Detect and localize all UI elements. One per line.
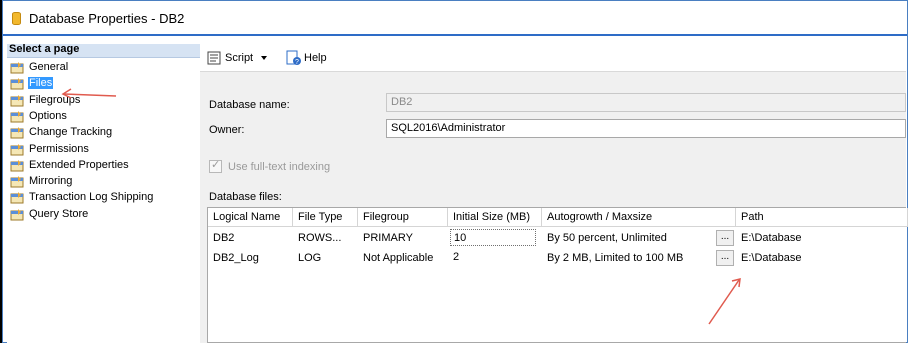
grid-cell[interactable]: Not Applicable bbox=[358, 248, 448, 268]
sidebar-item-general[interactable]: General bbox=[7, 60, 200, 76]
grid-cell[interactable]: PRIMARY bbox=[358, 228, 448, 248]
owner-field[interactable]: SQL2016\Administrator bbox=[386, 119, 906, 138]
files-page: Database name: DB2 Owner: SQL2016\Admini… bbox=[200, 72, 908, 343]
sidebar-item-extended-properties[interactable]: Extended Properties bbox=[7, 158, 200, 174]
table-row[interactable]: DB2_Log LOG Not Applicable 2 By 2 MB, Limite… bbox=[208, 248, 908, 268]
database-files-label: Database files: bbox=[209, 191, 282, 203]
property-page-icon bbox=[10, 192, 24, 204]
sidebar-item-options[interactable]: Options bbox=[7, 109, 200, 125]
sidebar-item-mirroring[interactable]: Mirroring bbox=[7, 174, 200, 190]
sidebar-item-label: Extended Properties bbox=[29, 158, 129, 171]
property-page-icon bbox=[10, 78, 24, 90]
column-header[interactable]: Filegroup bbox=[358, 208, 448, 226]
initial-size-input[interactable]: 10 bbox=[450, 229, 536, 246]
database-icon bbox=[12, 12, 21, 25]
grid-cell[interactable]: E:\Database bbox=[736, 228, 908, 248]
svg-text:?: ? bbox=[295, 59, 299, 66]
column-header[interactable]: Initial Size (MB) bbox=[448, 208, 542, 226]
property-page-icon bbox=[10, 143, 24, 155]
fulltext-indexing-label: Use full-text indexing bbox=[228, 160, 331, 173]
sidebar-item-label: Permissions bbox=[29, 142, 89, 155]
column-header[interactable]: Path bbox=[736, 208, 908, 226]
column-header[interactable]: Autogrowth / Maxsize bbox=[542, 208, 713, 226]
database-name-label: Database name: bbox=[209, 99, 290, 111]
annotation-arrow-files bbox=[61, 88, 117, 99]
sidebar-item-label: Files bbox=[28, 77, 54, 90]
sidebar-item-permissions[interactable]: Permissions bbox=[7, 142, 200, 158]
property-page-icon bbox=[10, 176, 24, 188]
help-button[interactable]: ? Help bbox=[285, 50, 327, 66]
sidebar-item-label: Options bbox=[29, 109, 67, 122]
table-row[interactable]: DB2 ROWS... PRIMARY 10 By 50 percent, Unlimi… bbox=[208, 228, 908, 248]
grid-cell[interactable]: By 50 percent, Unlimited bbox=[542, 228, 713, 248]
column-header[interactable]: File Type bbox=[293, 208, 358, 226]
grid-cell: 2 bbox=[448, 248, 542, 268]
property-page-icon bbox=[10, 208, 24, 221]
chevron-down-icon[interactable] bbox=[257, 53, 271, 63]
grid-cell[interactable]: DB2 bbox=[208, 228, 293, 248]
property-page-icon bbox=[10, 127, 24, 139]
grid-cell[interactable]: DB2_Log bbox=[208, 248, 293, 268]
property-page-icon bbox=[10, 110, 24, 123]
column-header[interactable]: Logical Name bbox=[208, 208, 293, 226]
toolbar: Script ? Help bbox=[200, 44, 906, 72]
script-button-label: Script bbox=[225, 52, 254, 64]
autogrowth-edit-button[interactable]: ... bbox=[716, 230, 734, 246]
select-page-title: Select a page bbox=[9, 43, 80, 55]
annotation-arrow-path bbox=[708, 278, 741, 325]
property-page-icon bbox=[10, 62, 24, 74]
database-files-grid: Logical Name File Type Filegroup Initial Si… bbox=[207, 207, 908, 343]
sidebar-item-label: Query Store bbox=[29, 207, 89, 220]
autogrowth-edit-button[interactable]: ... bbox=[716, 250, 734, 266]
sidebar-item-transaction-log-shipping[interactable]: Transaction Log Shipping bbox=[7, 190, 200, 206]
column-header[interactable] bbox=[713, 208, 736, 226]
script-button[interactable]: Script bbox=[206, 50, 271, 66]
sidebar-item-label: Transaction Log Shipping bbox=[29, 191, 154, 204]
title-bar: Database Properties - DB2 bbox=[3, 1, 907, 36]
grid-cell[interactable]: LOG bbox=[293, 248, 358, 268]
help-icon: ? bbox=[286, 50, 301, 66]
select-page-header: Select a page bbox=[7, 43, 200, 58]
database-name-field[interactable]: DB2 bbox=[386, 93, 906, 112]
initial-size-input[interactable]: 2 bbox=[450, 249, 536, 266]
grid-cell: 10 bbox=[448, 228, 542, 248]
sidebar-item-query-store[interactable]: Query Store bbox=[7, 207, 200, 223]
property-page-icon bbox=[10, 159, 24, 172]
help-button-label: Help bbox=[304, 52, 327, 64]
sidebar-item-label: Mirroring bbox=[29, 175, 73, 188]
checkbox-checked-icon bbox=[209, 158, 222, 173]
owner-label: Owner: bbox=[209, 124, 245, 136]
fulltext-indexing-checkbox[interactable]: Use full-text indexing bbox=[209, 158, 331, 173]
property-page-icon bbox=[10, 94, 24, 107]
window-title: Database Properties - DB2 bbox=[29, 11, 185, 26]
sidebar-item-change-tracking[interactable]: Change Tracking bbox=[7, 125, 200, 141]
grid-header: Logical Name File Type Filegroup Initial Si… bbox=[208, 208, 908, 227]
sidebar-item-label: General bbox=[29, 61, 69, 73]
grid-cell[interactable]: By 2 MB, Limited to 100 MB bbox=[542, 248, 713, 268]
grid-cell[interactable]: ROWS... bbox=[293, 228, 358, 248]
sidebar-item-label: Change Tracking bbox=[29, 126, 113, 139]
grid-cell[interactable]: E:\Database bbox=[736, 248, 908, 268]
script-icon bbox=[207, 51, 221, 65]
